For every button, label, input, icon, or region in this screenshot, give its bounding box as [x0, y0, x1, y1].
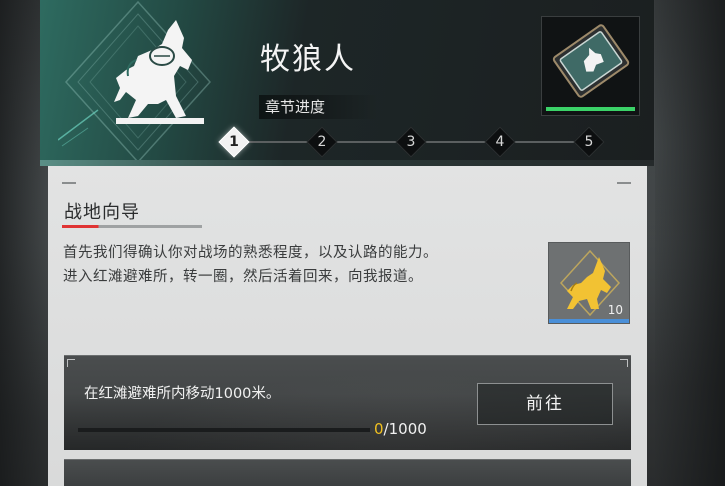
step-number: 2	[317, 134, 327, 150]
task-progress-total: /1000	[383, 420, 427, 438]
background-right-shade	[655, 0, 725, 486]
chapter-progress-label: 章节进度	[259, 95, 379, 119]
go-button[interactable]: 前往	[477, 383, 613, 425]
panel-corner-mark	[62, 182, 76, 184]
task-description: 在红滩避难所内移动1000米。	[84, 386, 281, 402]
chapter-title: 牧狼人	[260, 42, 356, 77]
mission-description-line-1: 首先我们得确认你对战场的熟悉程度，以及认路的能力。	[63, 245, 438, 261]
wolf-badge-plate-icon	[552, 24, 630, 98]
step-number: 3	[406, 134, 416, 150]
step-number: 5	[584, 134, 594, 150]
progress-step-2[interactable]: 2	[306, 126, 338, 158]
step-number: 1	[229, 134, 239, 150]
item-reward-slot[interactable]: 10	[548, 242, 630, 324]
panel-corner-mark	[617, 182, 631, 184]
progress-step-4[interactable]: 4	[484, 126, 516, 158]
progress-step-1[interactable]: 1	[218, 126, 250, 158]
task-card: 在红滩避难所内移动1000米。 前往 0/1000	[64, 355, 631, 450]
progress-step-3[interactable]: 3	[395, 126, 427, 158]
reward-status-bar	[546, 107, 635, 111]
chapter-reward-slot[interactable]	[541, 16, 640, 116]
task-corner-mark	[67, 359, 75, 367]
task-progress-track	[78, 428, 370, 432]
section-title-underline	[62, 225, 202, 228]
section-title: 战地向导	[64, 202, 140, 223]
wolf-emblem-icon	[57, 0, 228, 166]
task-corner-mark	[620, 359, 628, 367]
item-quantity: 10	[607, 303, 623, 317]
task-progress-current: 0	[374, 420, 384, 438]
mission-description-line-2: 进入红滩避难所，转一圈，然后活着回来，向我报道。	[63, 269, 423, 285]
item-rarity-bar	[549, 319, 629, 323]
next-task-card	[64, 459, 631, 486]
task-progress-text: 0/1000	[374, 420, 427, 438]
progress-step-5[interactable]: 5	[573, 126, 605, 158]
step-number: 4	[495, 134, 505, 150]
